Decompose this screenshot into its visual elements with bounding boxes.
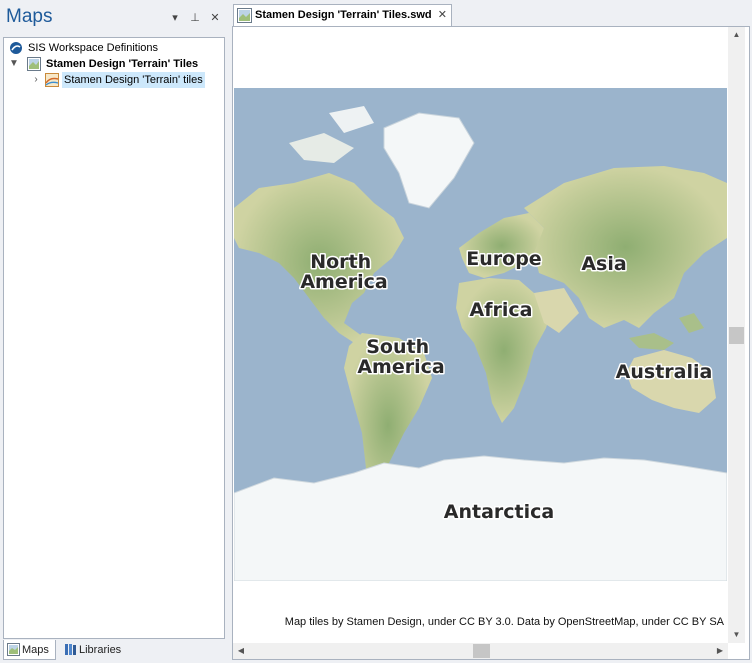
panel-title: Maps [6,6,53,27]
tree-item-label: Stamen Design 'Terrain' tiles [62,72,205,88]
sis-workspace-icon [10,42,22,54]
tab-libraries[interactable]: Libraries [61,640,136,660]
map-label-south-america: South [366,336,429,358]
map-label-antarctica: Antarctica [444,501,554,523]
chevron-right-icon[interactable]: › [31,72,41,88]
tab-label: Libraries [79,644,122,656]
chevron-down-icon[interactable]: ▼ [9,56,19,72]
map-tree: SIS Workspace Definitions ▼ Stamen Desig… [3,37,225,639]
map-attribution: Map tiles by Stamen Design, under CC BY … [284,616,724,628]
tab-document[interactable]: Stamen Design 'Terrain' Tiles.swd ✕ [233,4,452,26]
panel-close-icon[interactable]: ✕ [208,11,222,25]
tree-item-label: Stamen Design 'Terrain' Tiles [46,58,199,70]
close-icon[interactable]: ✕ [438,5,447,25]
maps-panel: Maps ▾ ⊥ ✕ SIS Workspace Definitions ▼ S… [0,0,228,663]
map-label-asia: Asia [581,253,626,275]
horizontal-scroll-thumb[interactable] [473,644,490,658]
map-label-north-america-line2: America [300,271,387,293]
map-definition-icon [27,57,41,71]
map-label-north-america: North America [300,251,387,293]
document-tab-label: Stamen Design 'Terrain' Tiles.swd [255,9,432,21]
libraries-icon [65,644,76,655]
maps-icon [7,643,20,656]
horizontal-scrollbar[interactable]: ◀ ▶ [233,643,728,659]
tree-item-label: SIS Workspace Definitions [28,42,159,54]
panel-tabs: Maps Libraries [3,640,228,662]
map-label-south-america: South America [357,336,444,378]
panel-pin-icon[interactable]: ⊥ [188,11,202,25]
map-label-north-america: North [310,251,371,273]
map-canvas[interactable]: North America Europe Asia Africa South A… [234,88,727,581]
map-label-south-america-line2: America [357,356,444,378]
map-label-africa: Africa [470,299,533,321]
world-map: North America Europe Asia Africa South A… [234,88,727,581]
map-document-icon [237,8,252,23]
tree-item-terrain-layer[interactable]: › Stamen Design 'Terrain' tiles [9,72,219,88]
panel-dropdown-icon[interactable]: ▾ [168,11,182,25]
tree-item-terrain-tiles[interactable]: ▼ Stamen Design 'Terrain' Tiles [9,56,219,72]
scroll-right-icon[interactable]: ▶ [712,643,728,659]
scroll-up-icon[interactable]: ▲ [728,27,745,43]
tab-label: Maps [22,644,49,656]
map-label-europe: Europe [466,248,541,270]
vertical-scrollbar[interactable]: ▲ ▼ [728,27,745,643]
panel-controls: ▾ ⊥ ✕ [168,11,224,25]
map-label-australia: Australia [616,361,713,383]
scroll-down-icon[interactable]: ▼ [728,627,745,643]
tab-maps[interactable]: Maps [3,640,56,660]
tile-layer-icon [45,73,59,87]
tree-item-sis-workspace[interactable]: SIS Workspace Definitions [9,40,219,56]
scroll-left-icon[interactable]: ◀ [233,643,249,659]
vertical-scroll-thumb[interactable] [729,327,744,344]
